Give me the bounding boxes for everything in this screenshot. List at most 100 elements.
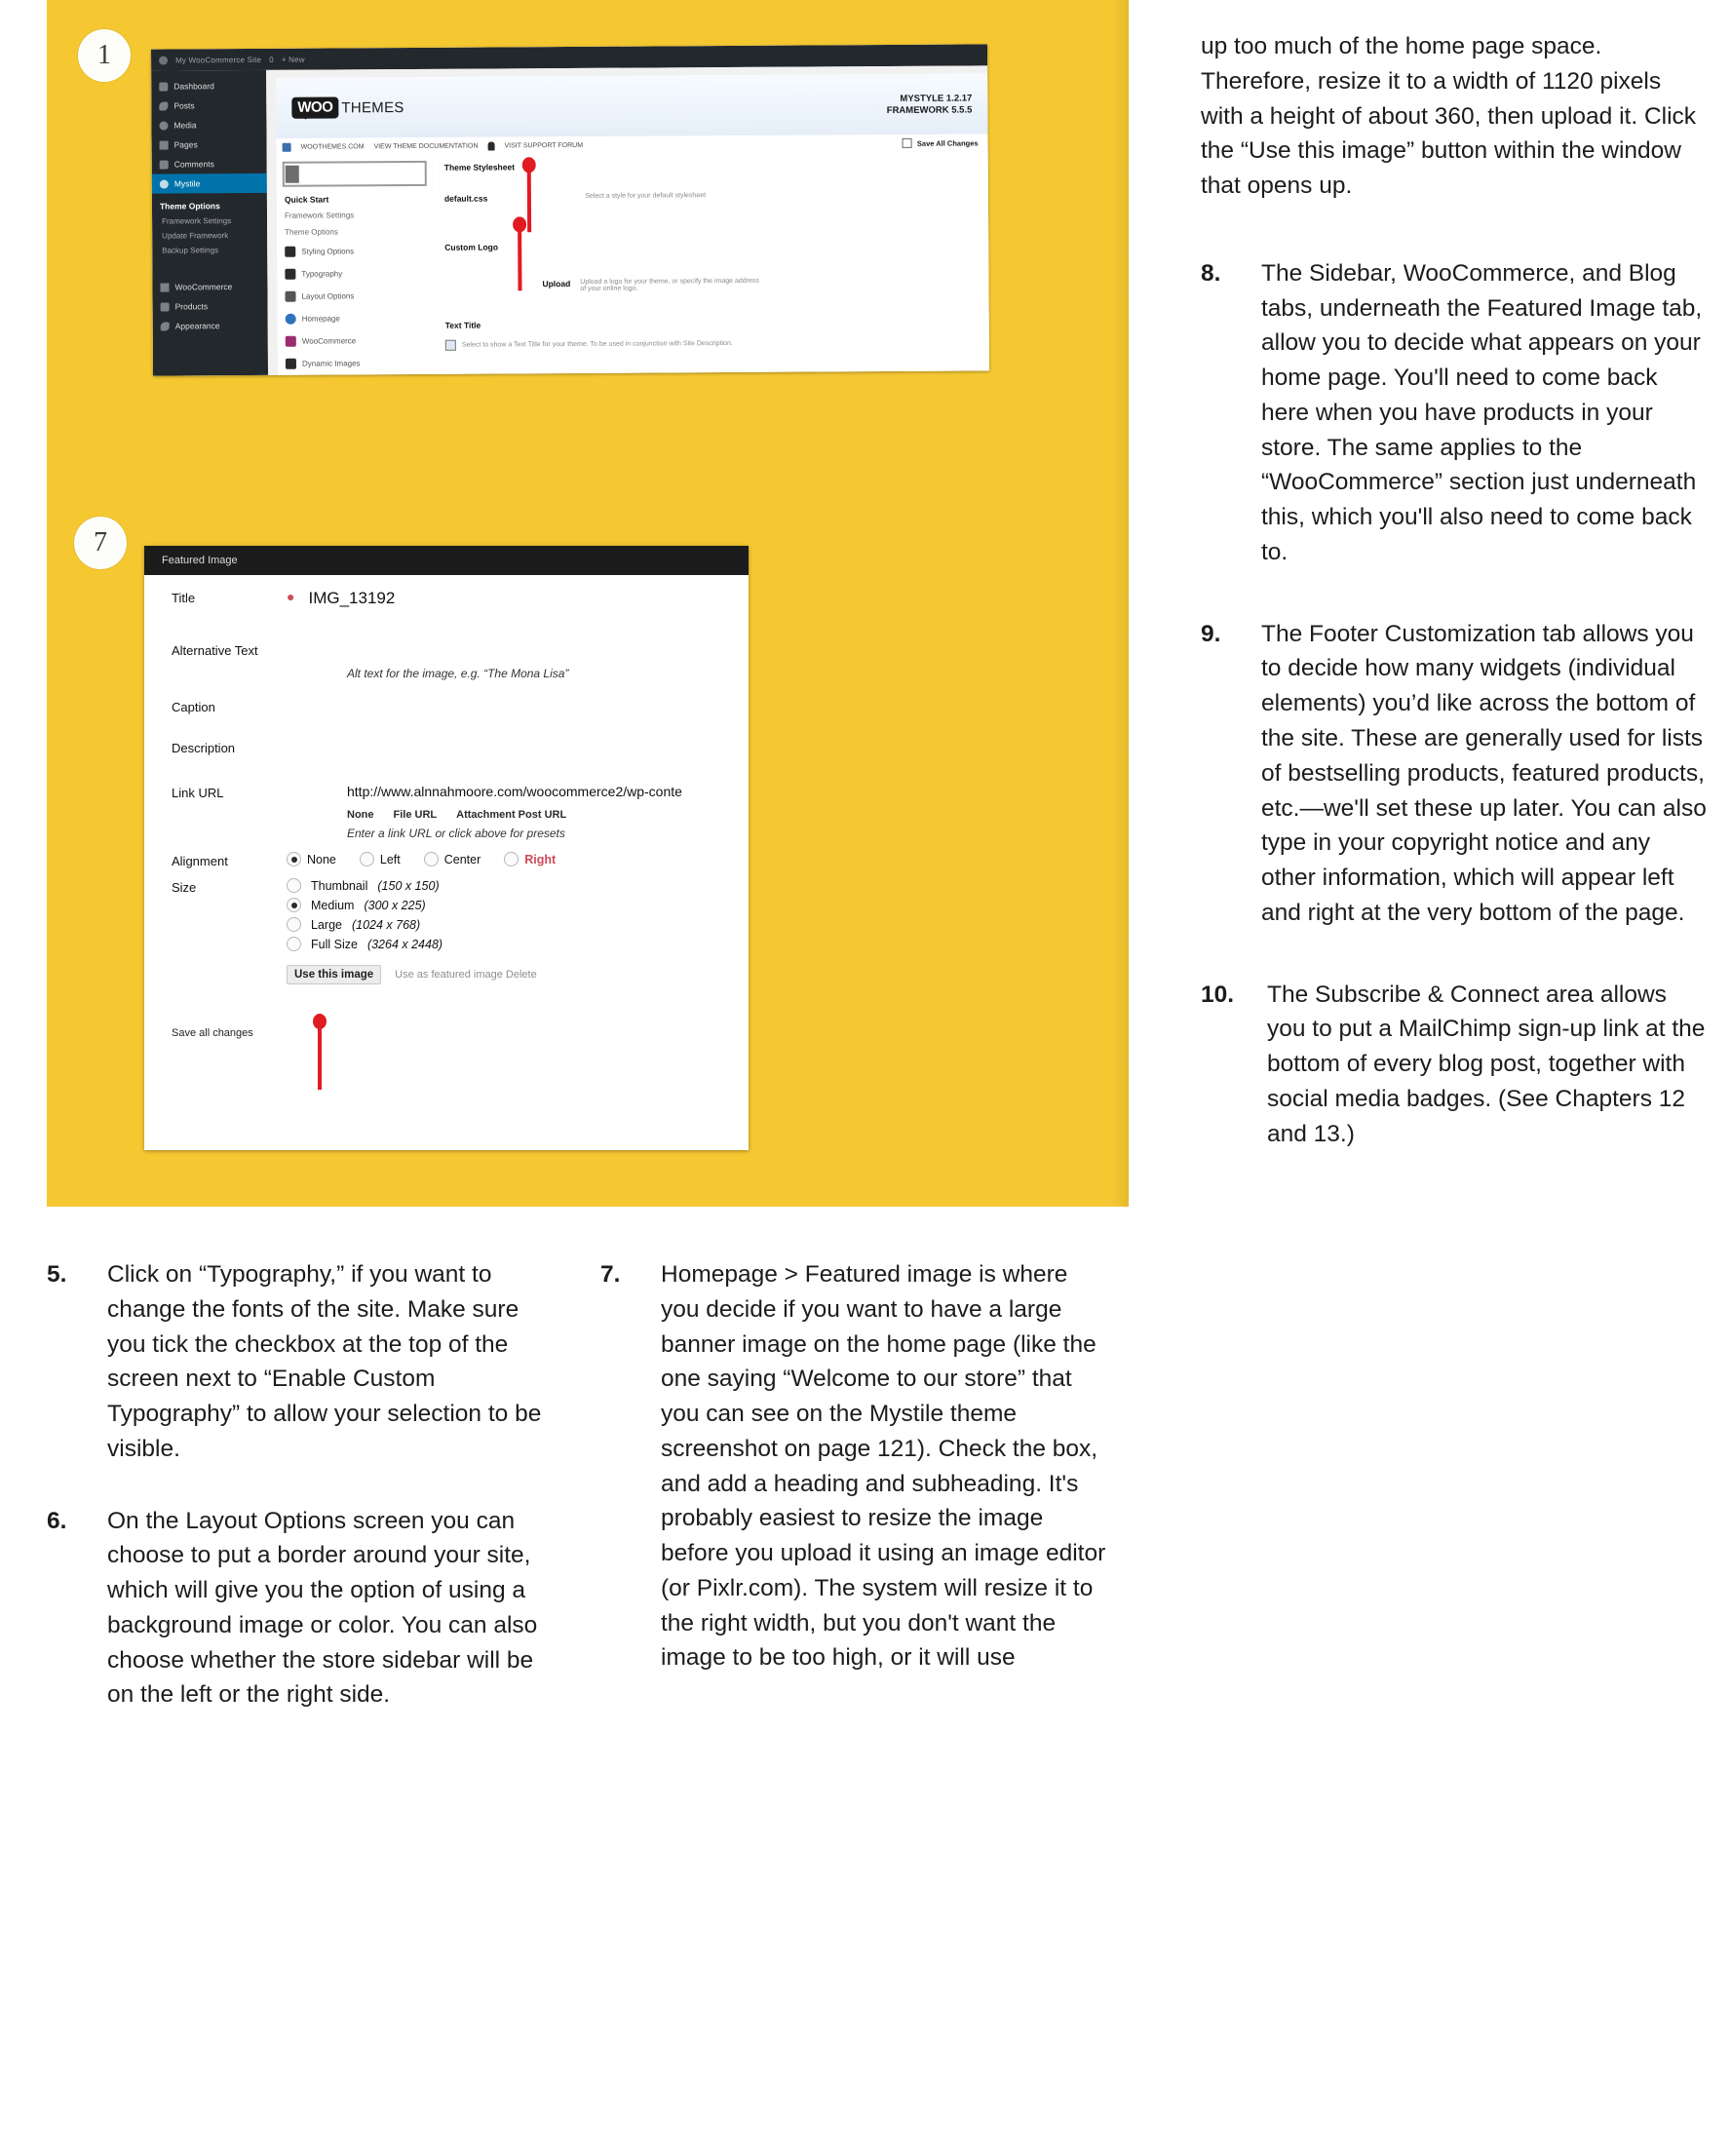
media-icon bbox=[159, 121, 169, 131]
list-item-9: 9. The Footer Customization tab allows y… bbox=[1201, 617, 1708, 931]
form-row-title: Title ● IMG_13192 bbox=[144, 589, 749, 608]
home-icon bbox=[285, 313, 296, 325]
body-column-middle: 7. Homepage > Featured image is where yo… bbox=[600, 1257, 1107, 1713]
save-all-changes-label: Save All Changes bbox=[916, 137, 979, 148]
alignment-option-left[interactable]: Left bbox=[359, 852, 401, 866]
sidebar-item-label: Posts bbox=[173, 100, 195, 111]
options-nav-label: Typography bbox=[301, 269, 343, 279]
typography-icon bbox=[285, 268, 296, 280]
options-nav-heading: Quick Start bbox=[284, 194, 329, 205]
options-nav-label: WooCommerce bbox=[301, 336, 357, 346]
radio-icon bbox=[359, 852, 374, 866]
navbar-link-woothemes[interactable]: WOOTHEMES.COM bbox=[301, 143, 365, 150]
sidebar-item-woocommerce[interactable]: WooCommerce bbox=[152, 277, 267, 297]
theme-options-nav: Quick Start Framework Settings Theme Opt… bbox=[276, 154, 436, 376]
size-dims: (3264 x 2448) bbox=[366, 937, 443, 951]
navbar-link-documentation[interactable]: VIEW THEME DOCUMENTATION bbox=[374, 142, 479, 150]
sidebar-item-dashboard[interactable]: Dashboard bbox=[151, 76, 266, 96]
form-row-alignment: Alignment None Left Center Right bbox=[144, 852, 749, 868]
alignment-label: Left bbox=[379, 852, 401, 866]
field-hint-link-url: Enter a link URL or click above for pres… bbox=[347, 827, 565, 840]
required-asterisk-icon: ● bbox=[287, 589, 295, 604]
size-label: Thumbnail bbox=[311, 878, 368, 893]
options-nav-framework-settings[interactable]: Framework Settings bbox=[277, 207, 433, 224]
sidebar-subitem-update-framework[interactable]: Update Framework bbox=[152, 228, 267, 244]
screenshot-theme-options: My WooCommerce Site 0 + New Dashboard Po… bbox=[150, 44, 990, 376]
featured-image-form: Title ● IMG_13192 Alternative Text Alt t… bbox=[144, 575, 749, 1150]
list-item-text: The Footer Customization tab allows you … bbox=[1261, 620, 1707, 926]
size-label: Large bbox=[311, 917, 342, 932]
list-item-number: 9. bbox=[1201, 620, 1221, 647]
admin-bar-new-button[interactable]: + New bbox=[282, 55, 305, 63]
options-nav-dynamic-images[interactable]: Dynamic Images bbox=[278, 352, 434, 375]
size-dims: (1024 x 768) bbox=[351, 917, 421, 932]
radio-icon bbox=[504, 852, 519, 866]
save-all-changes-link[interactable]: Save all changes bbox=[144, 1027, 749, 1039]
sidebar-item-pages[interactable]: Pages bbox=[152, 135, 267, 155]
use-as-featured-image-link[interactable]: Use as featured image Delete bbox=[395, 969, 537, 981]
list-item-number: 10. bbox=[1201, 981, 1235, 1008]
field-input-alternative-text[interactable] bbox=[287, 641, 733, 667]
sidebar-item-label: Mystile bbox=[173, 178, 201, 189]
options-nav-layout-options[interactable]: Layout Options bbox=[277, 285, 433, 308]
theme-icon bbox=[159, 179, 169, 189]
alignment-option-none[interactable]: None bbox=[287, 852, 336, 866]
figure-yellow-panel: 1 7 My WooCommerce Site 0 + New Dashboar… bbox=[47, 0, 1129, 1207]
size-option-full-size[interactable]: Full Size (3264 x 2448) bbox=[287, 937, 733, 951]
list-item-number: 7. bbox=[600, 1261, 621, 1288]
field-input-caption[interactable] bbox=[287, 698, 733, 737]
form-row-link-url: Link URL http://www.alnnahmoore.com/wooc… bbox=[144, 784, 749, 840]
sidebar-item-appearance[interactable]: Appearance bbox=[153, 316, 268, 336]
alignment-label: None bbox=[307, 852, 336, 866]
navbar-link-support[interactable]: VISIT SUPPORT FORUM bbox=[504, 141, 583, 148]
options-nav-theme-options[interactable]: Theme Options bbox=[277, 223, 433, 241]
field-value-title[interactable]: IMG_13192 bbox=[308, 589, 395, 608]
link-preset-attachment-post-url[interactable]: Attachment Post URL bbox=[456, 809, 566, 821]
sidebar-item-label: Appearance bbox=[174, 321, 220, 331]
form-row-alternative-text: Alternative Text Alt text for the image,… bbox=[144, 641, 749, 680]
size-option-medium[interactable]: Medium (300 x 225) bbox=[287, 898, 733, 912]
alignment-option-center[interactable]: Center bbox=[423, 852, 481, 866]
sidebar-subitem-framework-settings[interactable]: Framework Settings bbox=[152, 213, 267, 229]
sidebar-item-posts[interactable]: Posts bbox=[151, 96, 266, 116]
annotation-arrow-line-stylesheet bbox=[526, 166, 532, 233]
woo-wordmark: THEMES bbox=[341, 98, 404, 116]
options-nav-homepage[interactable]: Homepage bbox=[278, 307, 434, 330]
link-preset-none[interactable]: None bbox=[347, 809, 374, 821]
field-value-theme-stylesheet[interactable]: default.css bbox=[444, 194, 487, 204]
field-input-description[interactable] bbox=[287, 739, 733, 784]
field-label-caption: Caption bbox=[172, 700, 215, 714]
options-search-input[interactable] bbox=[282, 160, 427, 187]
size-option-large[interactable]: Large (1024 x 768) bbox=[287, 917, 733, 932]
theme-options-fields: Theme Stylesheet default.css Select a st… bbox=[432, 151, 990, 376]
list-item-number: 5. bbox=[47, 1261, 67, 1288]
sidebar-item-mystile[interactable]: Mystile bbox=[151, 173, 267, 194]
wordpress-logo-icon[interactable] bbox=[159, 56, 169, 65]
options-nav-woocommerce[interactable]: WooCommerce bbox=[278, 329, 434, 353]
options-nav-styling-options[interactable]: Styling Options bbox=[277, 240, 433, 263]
upload-button[interactable]: Upload bbox=[542, 279, 570, 289]
callout-marker-7: 7 bbox=[74, 517, 127, 569]
admin-bar-comment-count[interactable]: 0 bbox=[269, 55, 274, 63]
link-preset-file-url[interactable]: File URL bbox=[394, 809, 438, 821]
radio-icon bbox=[287, 917, 301, 932]
sidebar-subitem-backup-settings[interactable]: Backup Settings bbox=[152, 243, 267, 258]
save-all-changes-button[interactable]: Save All Changes bbox=[902, 134, 979, 151]
field-label-alternative-text: Alternative Text bbox=[172, 643, 258, 658]
sidebar-item-comments[interactable]: Comments bbox=[152, 154, 267, 174]
options-nav-footer-customization[interactable]: Footer Customization bbox=[278, 374, 434, 376]
alignment-option-right[interactable]: Right bbox=[504, 852, 556, 866]
options-nav-typography[interactable]: Typography bbox=[277, 262, 433, 286]
woocommerce-icon bbox=[285, 335, 296, 347]
admin-bar-site-title[interactable]: My WooCommerce Site bbox=[175, 55, 261, 64]
list-item-text: The Subscribe & Connect area allows you … bbox=[1267, 981, 1706, 1147]
use-this-image-button[interactable]: Use this image bbox=[287, 965, 382, 984]
sidebar-item-media[interactable]: Media bbox=[151, 115, 266, 135]
size-option-thumbnail[interactable]: Thumbnail (150 x 150) bbox=[287, 878, 733, 893]
form-row-description: Description bbox=[144, 739, 749, 784]
field-value-link-url[interactable]: http://www.alnnahmoore.com/woocommerce2/… bbox=[347, 784, 733, 799]
size-label: Full Size bbox=[311, 937, 358, 951]
text-title-checkbox[interactable] bbox=[444, 339, 456, 351]
user-icon bbox=[487, 140, 495, 151]
sidebar-item-products[interactable]: Products bbox=[153, 296, 268, 317]
